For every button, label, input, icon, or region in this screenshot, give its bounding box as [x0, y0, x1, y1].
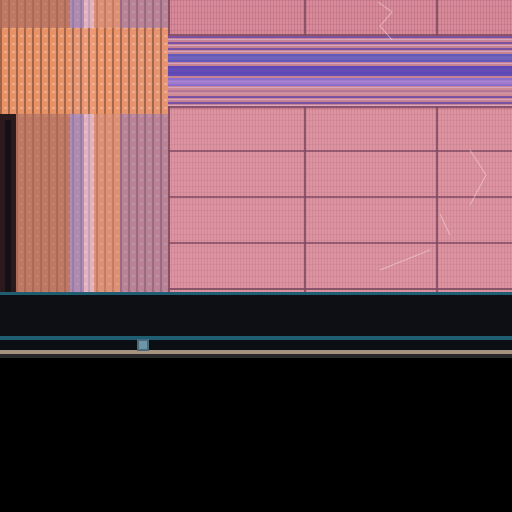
left-logic-region — [0, 0, 168, 300]
die-edge — [0, 292, 512, 358]
horizontal-bus-band — [168, 36, 512, 106]
micrograph-frame — [0, 0, 512, 512]
chip-micrograph — [0, 0, 512, 512]
